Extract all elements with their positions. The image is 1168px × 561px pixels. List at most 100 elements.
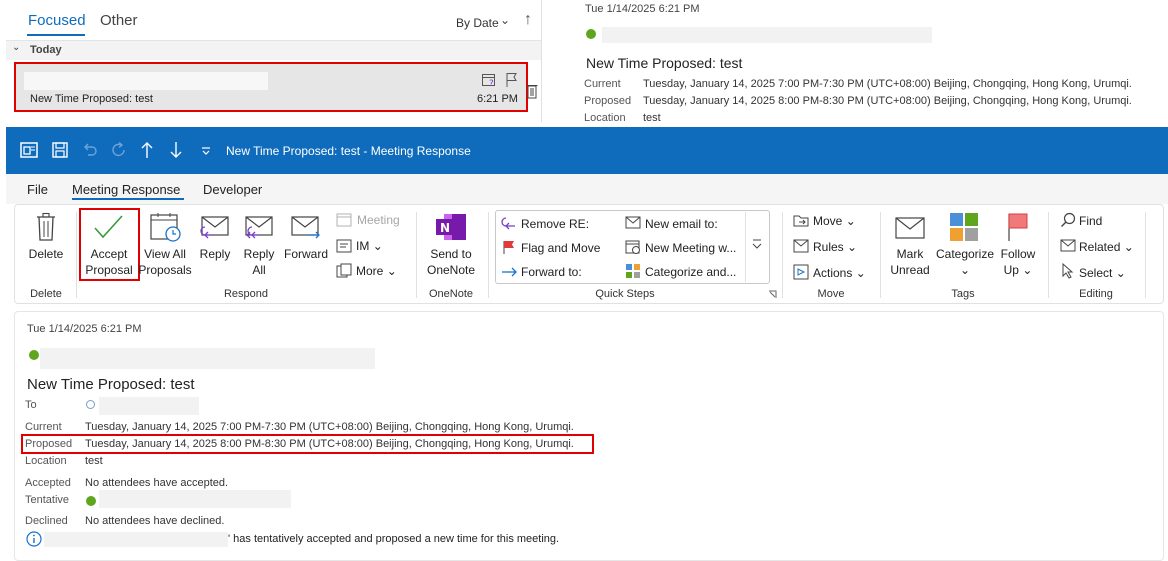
collapse-chevron-icon[interactable]: ⌄ xyxy=(12,42,20,53)
delete-button[interactable]: Delete xyxy=(25,246,67,262)
redo-icon[interactable] xyxy=(110,141,128,159)
calendar-clock-icon[interactable] xyxy=(150,212,182,242)
group-divider xyxy=(1048,212,1049,298)
chevron-down-icon[interactable]: ⌄ xyxy=(500,13,510,27)
current-time-value: Tuesday, January 14, 2025 7:00 PM-7:30 P… xyxy=(85,421,574,433)
undo-icon[interactable] xyxy=(82,141,98,159)
meeting-icon xyxy=(336,212,352,228)
list-item-subject: New Time Proposed: test xyxy=(30,93,153,105)
rules-icon[interactable] xyxy=(793,238,809,254)
previous-item-icon[interactable] xyxy=(140,141,154,159)
select-cursor-icon[interactable] xyxy=(1061,263,1075,279)
im-button[interactable]: IM ⌄ xyxy=(356,239,383,253)
flag-icon[interactable] xyxy=(505,72,519,88)
related-icon[interactable] xyxy=(1060,239,1076,253)
outlook-app-icon[interactable] xyxy=(20,141,38,159)
accepted-value: No attendees have accepted. xyxy=(85,477,229,489)
tab-developer[interactable]: Developer xyxy=(203,182,262,197)
onenote-line1: Send to xyxy=(430,247,472,261)
sort-direction-arrow-icon[interactable]: ↑ xyxy=(524,11,532,29)
declined-label: Declined xyxy=(25,515,68,527)
quick-step-flag-and-move[interactable]: Flag and Move xyxy=(521,241,600,255)
location-value: test xyxy=(85,455,103,467)
quick-step-categorize-and[interactable]: Categorize and... xyxy=(645,265,736,279)
chevron-down-icon: ⌄ xyxy=(959,263,971,277)
actions-icon[interactable] xyxy=(793,264,809,280)
chevron-down-icon: ⌄ xyxy=(1115,266,1126,280)
reply-all-icon[interactable] xyxy=(243,215,275,243)
rules-label: Rules xyxy=(813,240,844,254)
categorize-button[interactable]: Categorize ⌄ xyxy=(934,246,996,278)
quick-step-forward-to[interactable]: Forward to: xyxy=(521,265,582,279)
im-icon[interactable] xyxy=(336,238,352,254)
save-icon[interactable] xyxy=(52,141,68,159)
follow-up-flag-icon[interactable] xyxy=(1006,212,1030,242)
tab-focused[interactable]: Focused xyxy=(28,12,86,29)
pane-divider[interactable] xyxy=(541,0,542,122)
delete-icon[interactable] xyxy=(526,83,538,99)
related-button[interactable]: Related ⌄ xyxy=(1079,240,1134,254)
attendee-name-redacted xyxy=(44,532,228,547)
forward-icon[interactable] xyxy=(290,215,322,243)
group-move-label: Move xyxy=(817,288,845,300)
quick-step-new-email-to[interactable]: New email to: xyxy=(645,217,718,231)
search-icon[interactable] xyxy=(1060,212,1076,228)
svg-text:?: ? xyxy=(489,79,494,88)
new-meeting-icon xyxy=(625,239,641,255)
mark-line1: Mark xyxy=(896,247,924,261)
sort-by-date-button[interactable]: By Date xyxy=(456,16,499,30)
preview-sender-redacted xyxy=(602,27,932,43)
group-tags-label: Tags xyxy=(951,288,975,300)
preview-location-value: test xyxy=(643,112,661,124)
mark-unread-button[interactable]: Mark Unread xyxy=(884,246,936,278)
delete-icon[interactable] xyxy=(35,212,57,242)
select-button[interactable]: Select ⌄ xyxy=(1079,266,1126,280)
message-date: Tue 1/14/2025 6:21 PM xyxy=(27,323,142,335)
to-label: To xyxy=(25,399,37,411)
onenote-icon[interactable]: N xyxy=(434,212,468,242)
rules-button[interactable]: Rules ⌄ xyxy=(813,240,857,254)
recipient-redacted[interactable] xyxy=(99,397,199,415)
move-button[interactable]: Move ⌄ xyxy=(813,214,856,228)
quick-step-remove-re[interactable]: Remove RE: xyxy=(521,217,589,231)
group-divider xyxy=(416,212,417,298)
next-item-icon[interactable] xyxy=(169,141,183,159)
group-header-today[interactable] xyxy=(6,40,542,60)
categorize-icon[interactable] xyxy=(949,212,979,242)
quick-step-new-meeting[interactable]: New Meeting w... xyxy=(645,241,736,255)
remove-re-icon xyxy=(501,216,517,230)
chevron-down-icon: ⌄ xyxy=(1123,240,1134,254)
mark-unread-icon[interactable] xyxy=(894,214,926,242)
move-icon[interactable] xyxy=(793,212,809,228)
chevron-down-icon: ⌄ xyxy=(855,266,866,280)
gallery-expand-icon[interactable] xyxy=(752,238,762,250)
meeting-button: Meeting xyxy=(357,213,400,227)
sender-redacted xyxy=(40,348,375,369)
chevron-down-icon: ⌄ xyxy=(372,239,383,253)
tab-other[interactable]: Other xyxy=(100,12,138,29)
reply-all-button[interactable]: Reply All xyxy=(240,246,278,278)
tentative-attendee-redacted[interactable] xyxy=(99,490,291,508)
follow-up-button[interactable]: Follow Up ⌄ xyxy=(994,246,1042,278)
highlight-accept-proposal xyxy=(79,208,140,281)
reply-icon[interactable] xyxy=(199,215,231,243)
more-button[interactable]: More ⌄ xyxy=(356,264,397,278)
tentative-check-icon xyxy=(86,496,96,506)
preview-current-value: Tuesday, January 14, 2025 7:00 PM-7:30 P… xyxy=(643,78,1132,90)
forward-button[interactable]: Forward xyxy=(283,246,329,262)
tab-meeting-response[interactable]: Meeting Response xyxy=(72,182,180,197)
customize-toolbar-icon[interactable] xyxy=(200,141,212,159)
tentative-label: Tentative xyxy=(25,494,70,506)
meeting-response-icon: ? xyxy=(481,72,497,88)
group-divider xyxy=(880,212,881,298)
actions-button[interactable]: Actions ⌄ xyxy=(813,266,866,280)
reply-button[interactable]: Reply xyxy=(195,246,235,262)
find-button[interactable]: Find xyxy=(1079,214,1102,228)
reply-all-line2: All xyxy=(252,263,266,277)
more-respond-icon[interactable] xyxy=(336,263,352,279)
dialog-launcher-icon[interactable] xyxy=(768,290,777,299)
view-all-proposals-button[interactable]: View All Proposals xyxy=(138,246,192,278)
tab-file[interactable]: File xyxy=(27,182,48,197)
follow-line2-label: Up xyxy=(1003,263,1019,277)
send-to-onenote-button[interactable]: Send to OneNote xyxy=(424,246,478,278)
